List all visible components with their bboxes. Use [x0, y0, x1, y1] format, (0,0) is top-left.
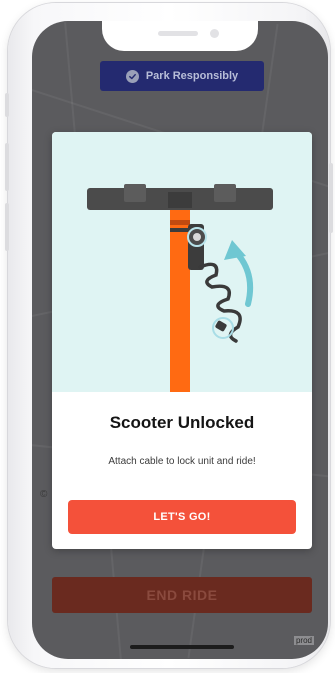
environment-label: prod [293, 636, 314, 645]
scooter-unlocked-modal: Scooter Unlocked Attach cable to lock un… [52, 132, 312, 549]
scooter-illustration-svg [87, 184, 273, 392]
copyright-symbol: © [40, 489, 48, 500]
modal-subtitle: Attach cable to lock unit and ride! [108, 456, 256, 467]
phone-side-button [5, 93, 9, 117]
scooter-cable-lock-illustration [52, 132, 312, 392]
phone-side-button [5, 143, 9, 191]
home-indicator[interactable] [130, 645, 234, 649]
check-circle-icon [125, 69, 139, 83]
modal-title: Scooter Unlocked [109, 413, 255, 432]
lets-go-button[interactable]: LET'S GO! [68, 500, 296, 534]
phone-screen: Park Responsibly © END RIDE prod Scooter… [32, 21, 328, 659]
phone-notch [102, 21, 258, 51]
park-banner-label: Park Responsibly [145, 70, 239, 82]
phone-side-button [329, 163, 333, 233]
phone-camera [210, 29, 219, 38]
screenshot-canvas: Park Responsibly © END RIDE prod Scooter… [0, 0, 335, 673]
park-responsibly-banner[interactable]: Park Responsibly [100, 61, 264, 91]
phone-side-button [5, 203, 9, 251]
end-ride-button[interactable]: END RIDE [52, 577, 312, 613]
phone-speaker [158, 31, 198, 36]
phone-frame: Park Responsibly © END RIDE prod Scooter… [5, 3, 333, 668]
